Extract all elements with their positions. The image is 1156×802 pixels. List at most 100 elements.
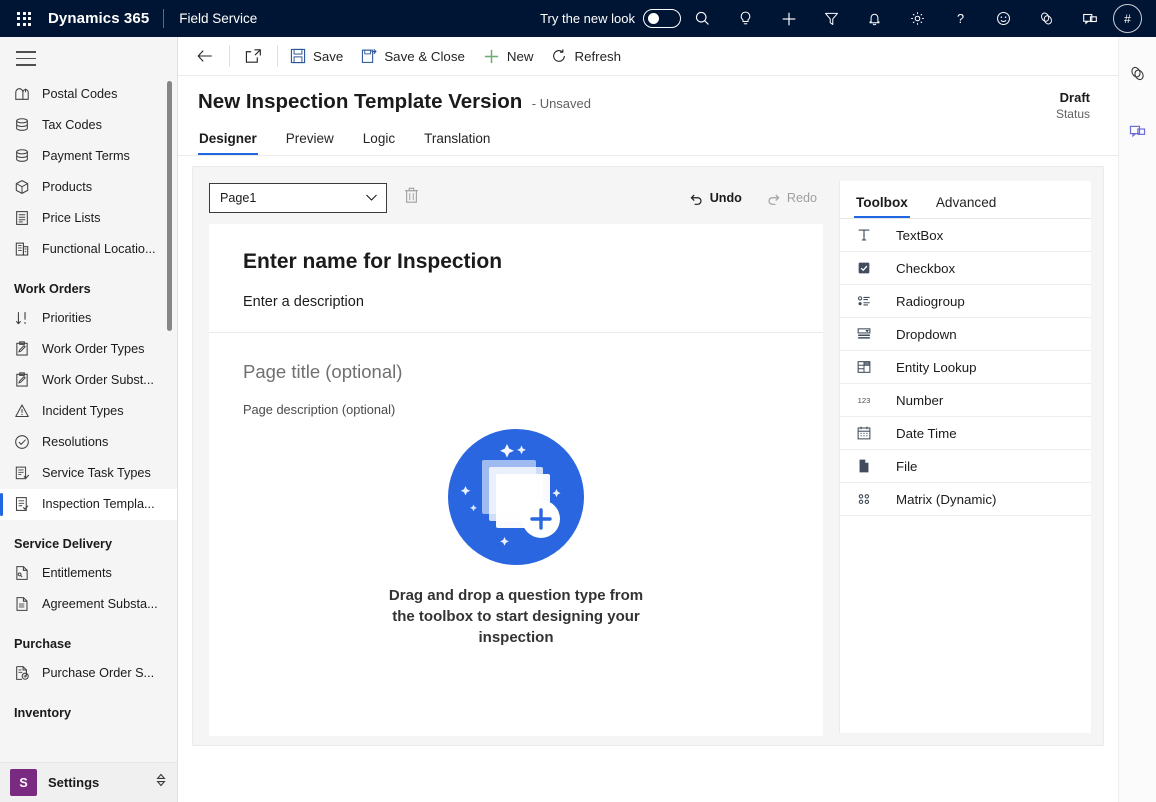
toolbox-item-radiogroup[interactable]: Radiogroup — [840, 285, 1091, 318]
undo-icon — [689, 191, 704, 206]
filter-icon[interactable] — [810, 0, 853, 37]
sidebar-item-label: Price Lists — [42, 211, 101, 225]
dropdown-icon — [856, 326, 896, 342]
check-circle-icon — [14, 434, 40, 450]
box-icon — [15, 180, 29, 194]
save-and-close-button[interactable]: Save & Close — [352, 37, 474, 76]
tab-designer[interactable]: Designer — [198, 131, 258, 155]
bell-icon[interactable] — [853, 0, 896, 37]
check-circle-icon — [15, 435, 29, 449]
sidebar-group-work-orders: Work Orders — [14, 281, 91, 296]
sidebar-item-functional-locatio[interactable]: Functional Locatio... — [0, 234, 177, 265]
toolbox-tab-toolbox[interactable]: Toolbox — [854, 195, 910, 218]
sidebar-item-postal-codes[interactable]: Postal Codes — [0, 79, 177, 110]
delete-page-button[interactable] — [395, 183, 427, 213]
toolbox-tab-strip: Toolbox Advanced — [840, 181, 1091, 219]
feedback-icon[interactable] — [1068, 0, 1111, 37]
undo-button[interactable]: Undo — [689, 191, 748, 206]
refresh-button[interactable]: Refresh — [542, 37, 630, 76]
gear-icon[interactable] — [896, 0, 939, 37]
save-button[interactable]: Save — [281, 37, 352, 76]
warning-triangle-icon — [14, 403, 40, 419]
sidebar-item-label: Inspection Templa... — [42, 497, 155, 511]
sidebar-item-label: Agreement Substa... — [42, 597, 158, 611]
page-title-input[interactable]: Page title (optional) — [243, 361, 789, 383]
toolbox-item-number[interactable]: 123 Number — [840, 384, 1091, 417]
tab-preview[interactable]: Preview — [285, 131, 335, 155]
waffle-icon — [17, 11, 31, 26]
mailbox-icon — [14, 86, 40, 102]
sidebar-item-label: Resolutions — [42, 435, 109, 449]
entitlement-icon — [14, 565, 40, 581]
redo-button[interactable]: Redo — [766, 191, 823, 206]
record-unsaved-indicator: - Unsaved — [531, 96, 591, 111]
tab-translation[interactable]: Translation — [423, 131, 491, 155]
plus-icon — [483, 48, 500, 65]
textbox-icon — [856, 227, 896, 243]
number-icon: 123 — [856, 392, 896, 408]
assistant-chat-icon[interactable] — [1119, 109, 1156, 153]
sidebar-item-work-order-subst[interactable]: Work Order Subst... — [0, 365, 177, 396]
search-icon[interactable] — [681, 0, 724, 37]
toolbox-item-label: Radiogroup — [896, 293, 965, 309]
open-in-new-window-button[interactable] — [233, 37, 274, 76]
toolbox-item-textbox[interactable]: TextBox — [840, 219, 1091, 252]
inspection-name-input[interactable]: Enter name for Inspection — [243, 250, 789, 274]
toolbox-item-label: Date Time — [896, 425, 957, 441]
sidebar-item-incident-types[interactable]: Incident Types — [0, 396, 177, 427]
sidebar-scrollbar[interactable] — [167, 80, 172, 331]
toolbox-tab-advanced[interactable]: Advanced — [934, 195, 998, 218]
sidebar-item-entitlements[interactable]: Entitlements — [0, 558, 177, 589]
sidebar-item-priorities[interactable]: Priorities — [0, 303, 177, 334]
toolbox-item-date-time[interactable]: Date Time — [840, 417, 1091, 450]
copilot-icon[interactable] — [1025, 0, 1068, 37]
inspection-icon — [14, 496, 40, 512]
app-launcher-button[interactable] — [0, 0, 48, 37]
toolbox-item-dropdown[interactable]: Dropdown — [840, 318, 1091, 351]
sidebar-item-purchase-order-s[interactable]: Purchase Order S... — [0, 658, 177, 689]
page-description-input[interactable]: Page description (optional) — [243, 402, 789, 417]
new-look-toggle[interactable] — [643, 9, 681, 28]
hamburger-icon[interactable] — [0, 37, 177, 79]
inspection-description-input[interactable]: Enter a description — [243, 294, 789, 310]
refresh-label: Refresh — [574, 48, 622, 64]
page-select-dropdown[interactable]: Page1 — [209, 183, 387, 213]
svg-text:123: 123 — [858, 396, 871, 405]
toolbox-item-checkbox[interactable]: Checkbox — [840, 252, 1091, 285]
plus-icon[interactable] — [767, 0, 810, 37]
sort-icon — [15, 312, 26, 325]
settings-area[interactable]: S Settings — [0, 762, 177, 802]
sidebar-item-tax-codes[interactable]: Tax Codes — [0, 110, 177, 141]
toolbox-item-label: Checkbox — [896, 260, 956, 276]
sidebar-item-price-lists[interactable]: Price Lists — [0, 203, 177, 234]
toolbox-item-entity-lookup[interactable]: Entity Lookup — [840, 351, 1091, 384]
sidebar-item-label: Priorities — [42, 311, 92, 325]
new-button[interactable]: New — [474, 37, 543, 76]
toolbox-item-label: Number — [896, 392, 944, 408]
sidebar-item-service-task-types[interactable]: Service Task Types — [0, 458, 177, 489]
smiley-icon[interactable] — [982, 0, 1025, 37]
record-header: New Inspection Template Version - Unsave… — [178, 76, 1118, 121]
sidebar-item-inspection-templa[interactable]: Inspection Templa... — [0, 488, 177, 520]
entitlement-icon — [16, 566, 28, 580]
sidebar-item-payment-terms[interactable]: Payment Terms — [0, 141, 177, 172]
sort-icon — [14, 310, 40, 326]
sidebar-item-products[interactable]: Products — [0, 172, 177, 203]
sidebar-item-label: Work Order Subst... — [42, 373, 154, 387]
sidebar-item-work-order-types[interactable]: Work Order Types — [0, 334, 177, 365]
toolbox-item-file[interactable]: File — [840, 450, 1091, 483]
sidebar-item-resolutions[interactable]: Resolutions — [0, 427, 177, 458]
copilot-icon[interactable] — [1119, 51, 1156, 95]
tab-logic[interactable]: Logic — [362, 131, 396, 155]
new-label: New — [506, 48, 534, 64]
chevron-updown-icon[interactable] — [154, 772, 168, 793]
back-button[interactable] — [184, 37, 226, 76]
toolbox-item-matrix-dynamic[interactable]: Matrix (Dynamic) — [840, 483, 1091, 516]
sidebar-item-agreement-substa[interactable]: Agreement Substa... — [0, 589, 177, 620]
avatar[interactable]: # — [1113, 4, 1142, 33]
clipboard-icon — [14, 341, 40, 357]
help-icon[interactable]: ? — [939, 0, 982, 37]
right-rail — [1118, 37, 1156, 802]
inspection-header: Enter name for Inspection Enter a descri… — [209, 224, 823, 333]
lightbulb-icon[interactable] — [724, 0, 767, 37]
